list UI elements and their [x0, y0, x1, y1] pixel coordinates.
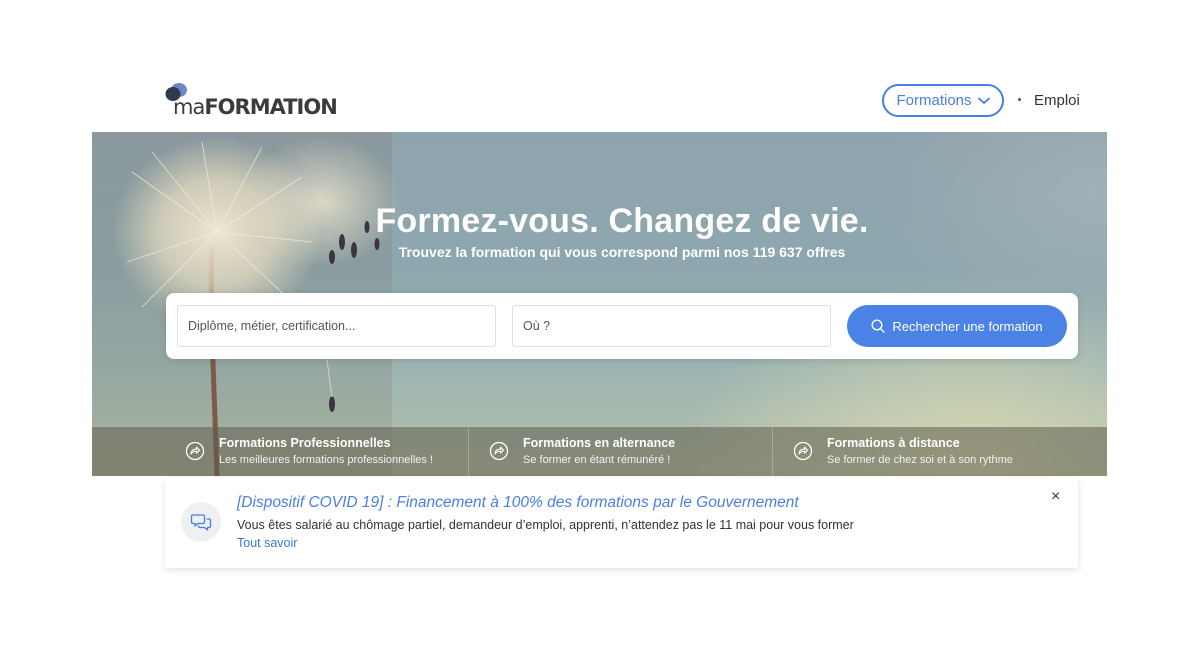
- notice-title[interactable]: [Dispositif COVID 19] : Financement à 10…: [237, 494, 799, 512]
- category-formations-distance[interactable]: Formations à distance Se former de chez …: [773, 427, 1107, 476]
- share-arrow-icon: [185, 441, 205, 461]
- notice-text: Vous êtes salarié au chômage partiel, de…: [237, 518, 854, 532]
- search-box: Rechercher une formation: [166, 293, 1078, 359]
- category-subtitle: Se former en étant rémunéré !: [523, 454, 671, 466]
- category-formations-professionnelles[interactable]: Formations Professionnelles Les meilleur…: [92, 427, 469, 476]
- category-title: Formations en alternance: [523, 436, 676, 450]
- formations-dropdown-button[interactable]: Formations: [882, 84, 1004, 117]
- search-button-label: Rechercher une formation: [892, 318, 1043, 334]
- category-bar: Formations Professionnelles Les meilleur…: [92, 427, 1107, 476]
- category-formations-alternance[interactable]: Formations en alternance Se former en ét…: [469, 427, 773, 476]
- category-title: Formations Professionnelles: [219, 436, 391, 450]
- chat-bubbles-icon: [190, 514, 212, 531]
- emploi-link[interactable]: Emploi: [1034, 92, 1080, 109]
- tout-savoir-link[interactable]: Tout savoir: [237, 536, 297, 550]
- hero-banner: Formez-vous. Changez de vie. Trouvez la …: [92, 132, 1107, 476]
- chevron-down-icon: [977, 97, 990, 104]
- category-title: Formations à distance: [827, 436, 960, 450]
- search-button[interactable]: Rechercher une formation: [847, 305, 1067, 347]
- category-subtitle: Les meilleures formations professionnell…: [219, 454, 433, 466]
- share-arrow-icon: [489, 441, 509, 461]
- nav-separator-dot: [1018, 98, 1021, 101]
- search-icon: [871, 319, 886, 333]
- close-icon[interactable]: ×: [1051, 488, 1060, 506]
- formations-label: Formations: [896, 92, 972, 109]
- notice-icon-circle: [181, 502, 221, 542]
- hero-title: Formez-vous. Changez de vie.: [375, 202, 869, 240]
- hero-subtitle: Trouvez la formation qui vous correspond…: [398, 244, 846, 260]
- share-arrow-icon: [793, 441, 813, 461]
- covid-notice: [Dispositif COVID 19] : Financement à 10…: [165, 478, 1078, 568]
- search-what-input[interactable]: [177, 305, 496, 347]
- logo[interactable]: maFORMATION: [165, 82, 338, 122]
- search-where-input[interactable]: [512, 305, 831, 347]
- logo-text: maFORMATION: [173, 95, 338, 119]
- category-subtitle: Se former de chez soi et à son rythme: [827, 454, 1013, 466]
